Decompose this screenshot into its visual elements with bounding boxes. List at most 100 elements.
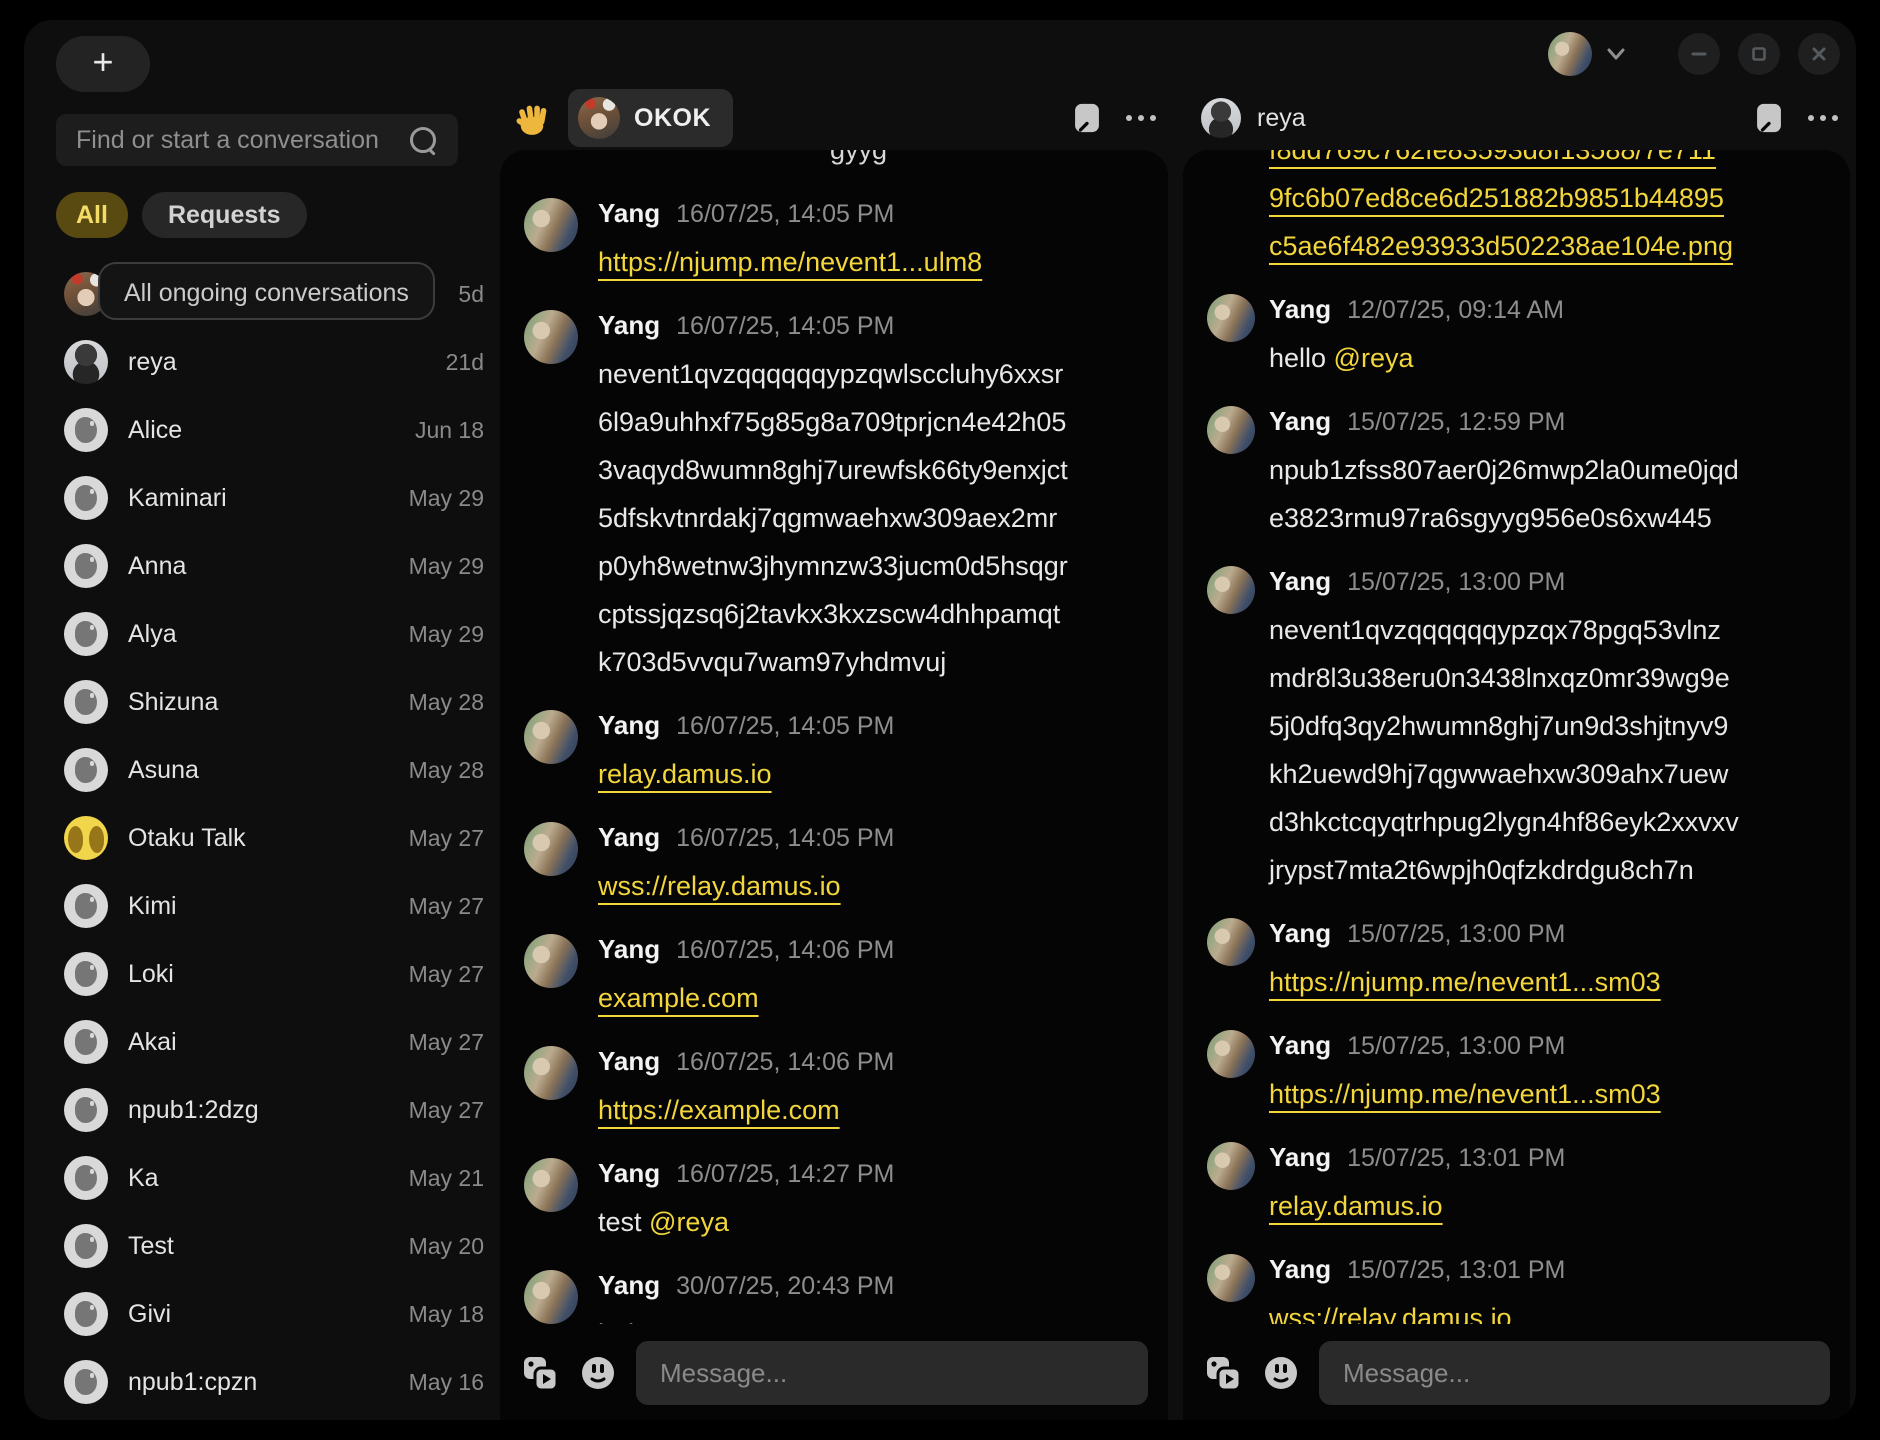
sender-avatar [524,934,578,988]
conversation-item[interactable]: npub1:cpznMay 16 [40,1348,500,1416]
clipped-link-line[interactable]: 9fc6b07ed8ce6d251882b9851b44895 [1269,174,1749,222]
message-timestamp: 16/07/25, 14:05 PM [676,312,894,341]
message-link[interactable]: relay.damus.io [1269,1191,1443,1221]
message-link[interactable]: relay.damus.io [598,759,772,789]
conversation-item-hovered[interactable]: 5d All ongoing conversations [40,260,500,328]
conversation-item[interactable]: AlyaMay 29 [40,600,500,668]
message-content: test @reya [598,1198,894,1246]
message-timestamp: 12/07/25, 09:14 AM [1347,296,1564,325]
message-input[interactable] [636,1341,1148,1405]
conversation-time: 21d [446,349,484,376]
conversation-filters: All Requests [56,192,307,238]
composer [520,1340,1148,1406]
note-icon[interactable] [1074,102,1100,134]
okok-avatar [578,97,620,139]
message-timestamp: 16/07/25, 14:05 PM [676,712,894,741]
search-icon [410,127,436,153]
sender-avatar [1207,294,1255,342]
sender-avatar [1207,406,1255,454]
message-link[interactable]: example.com [598,983,759,1013]
conversation-item[interactable]: GiviMay 18 [40,1280,500,1348]
maximize-button[interactable] [1738,33,1780,75]
note-icon[interactable] [1756,102,1782,134]
conversation-time: 5d [458,281,484,308]
maximize-icon [1750,45,1768,63]
wave-hand-icon[interactable] [514,100,550,136]
message-text: test [598,1207,649,1237]
conversation-item[interactable]: KaMay 21 [40,1144,500,1212]
conversation-time: May 27 [409,961,484,988]
conversation-item[interactable]: LokiMay 27 [40,940,500,1008]
app-window: + All Requests 5d All ongoing conversati… [24,20,1856,1420]
message-content: https://example.com [598,1086,894,1134]
message-sender: Yang [598,710,660,741]
reya-avatar[interactable] [1201,98,1241,138]
search-box [56,114,458,166]
message-input[interactable] [1319,1341,1830,1405]
message-link[interactable]: wss://relay.damus.io [598,871,841,901]
avatar [64,952,108,996]
message-sender: Yang [598,1158,660,1189]
message-sender: Yang [1269,566,1331,597]
avatar [64,748,108,792]
clipped-link-line[interactable]: f8dd769c762fe83593d8f13588/7e711 [1269,150,1749,174]
screen: + All Requests 5d All ongoing conversati… [0,0,1880,1440]
message-link[interactable]: https://njump.me/nevent1...ulm8 [598,247,982,277]
mention[interactable]: @reya [1334,343,1414,373]
chat-panel-okok: gyyg Yang16/07/25, 14:05 PMhttps://njump… [500,150,1168,1420]
message-link[interactable]: https://njump.me/nevent1...sm03 [1269,967,1661,997]
user-avatar[interactable] [1548,32,1592,76]
clipped-link-message[interactable]: f8dd769c762fe83593d8f13588/7e7119fc6b07e… [1269,160,1826,270]
new-conversation-button[interactable]: + [56,36,150,92]
message: Yang15/07/25, 13:00 PMnevent1qvzqqqqqqyp… [1207,566,1826,894]
conversation-item[interactable]: AliceJun 18 [40,396,500,464]
conversation-item[interactable]: reya21d [40,328,500,396]
message-link[interactable]: wss://relay.damus.io [1269,1303,1512,1324]
message-content: wss://relay.damus.io [598,862,894,910]
mention[interactable]: @reya [649,1207,729,1237]
conversation-item[interactable]: KaminariMay 29 [40,464,500,532]
avatar [64,476,108,520]
conversation-name: npub1:cpzn [128,1368,389,1397]
message-timestamp: 16/07/25, 14:06 PM [676,1048,894,1077]
filter-all[interactable]: All [56,192,128,238]
filter-requests[interactable]: Requests [142,192,307,238]
conversation-name: Ka [128,1164,389,1193]
chat-tab-okok[interactable]: OKOK [568,89,733,147]
message-content: https://njump.me/nevent1...ulm8 [598,238,982,286]
conversation-item[interactable]: KimiMay 27 [40,872,500,940]
close-button[interactable] [1798,33,1840,75]
conversation-item[interactable]: AkaiMay 27 [40,1008,500,1076]
conversation-item[interactable]: npub1:2dzgMay 27 [40,1076,500,1144]
chevron-down-icon[interactable] [1606,47,1626,61]
media-attach-icon[interactable] [1203,1353,1243,1393]
avatar [64,816,108,860]
sender-avatar [524,822,578,876]
clipped-link-line[interactable]: c5ae6f482e93933d502238ae104e.png [1269,222,1749,270]
minimize-button[interactable] [1678,33,1720,75]
message-link[interactable]: https://njump.me/nevent1...sm03 [1269,1079,1661,1109]
message-timestamp: 15/07/25, 13:00 PM [1347,1032,1565,1061]
tooltip: All ongoing conversations [98,262,435,320]
media-attach-icon[interactable] [520,1353,560,1393]
message: Yang15/07/25, 12:59 PMnpub1zfss807aer0j2… [1207,406,1826,542]
conversation-item[interactable]: Otaku TalkMay 27 [40,804,500,872]
message-link[interactable]: https://example.com [598,1095,840,1125]
message-sender: Yang [1269,406,1331,437]
avatar [64,1020,108,1064]
more-options-icon[interactable] [1126,115,1156,121]
search-input[interactable] [56,126,410,155]
conversation-item[interactable]: ShizunaMay 28 [40,668,500,736]
conversation-item[interactable]: AsunaMay 28 [40,736,500,804]
emoji-icon[interactable] [1263,1355,1299,1391]
message-content: haha [598,1310,894,1324]
message-timestamp: 15/07/25, 13:00 PM [1347,568,1565,597]
conversation-name: Asuna [128,756,389,785]
emoji-icon[interactable] [580,1355,616,1391]
message-content: example.com [598,974,894,1022]
message-sender: Yang [598,822,660,853]
conversation-name: Anna [128,552,389,581]
conversation-item[interactable]: TestMay 20 [40,1212,500,1280]
conversation-item[interactable]: AnnaMay 29 [40,532,500,600]
more-options-icon[interactable] [1808,115,1838,121]
